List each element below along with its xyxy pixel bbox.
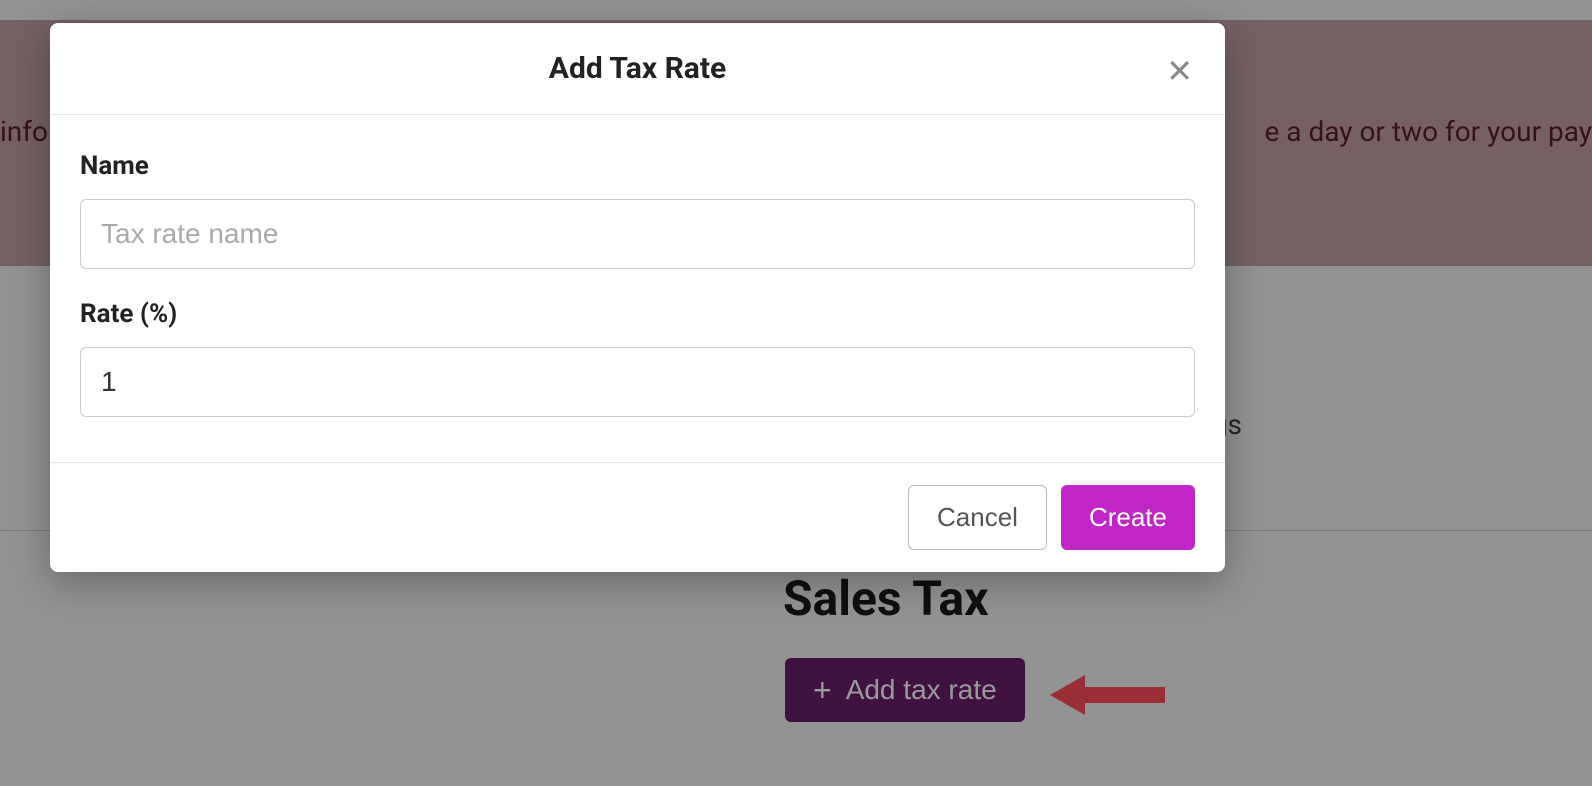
modal-footer: Cancel Create	[50, 462, 1225, 572]
rate-label: Rate (%)	[80, 299, 1195, 329]
cancel-button[interactable]: Cancel	[908, 485, 1047, 550]
close-icon: ✕	[1166, 53, 1193, 89]
close-button[interactable]: ✕	[1162, 51, 1197, 91]
tax-rate-percent-input[interactable]	[80, 347, 1195, 417]
name-form-group: Name	[80, 151, 1195, 269]
tax-rate-name-input[interactable]	[80, 199, 1195, 269]
modal-body: Name Rate (%)	[50, 115, 1225, 462]
name-label: Name	[80, 151, 1195, 181]
create-button[interactable]: Create	[1061, 485, 1195, 550]
modal-title: Add Tax Rate	[80, 51, 1195, 86]
add-tax-rate-modal: Add Tax Rate ✕ Name Rate (%) Cancel Crea…	[50, 23, 1225, 572]
rate-form-group: Rate (%)	[80, 299, 1195, 417]
modal-header: Add Tax Rate ✕	[50, 23, 1225, 115]
